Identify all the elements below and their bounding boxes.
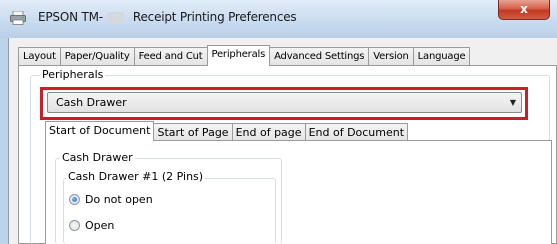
tab-layout[interactable]: Layout	[18, 47, 61, 66]
radio-do-not-open[interactable]	[69, 194, 80, 205]
tab-version[interactable]: Version	[368, 47, 414, 66]
tab-feed-and-cut[interactable]: Feed and Cut	[133, 47, 208, 66]
tab-language[interactable]: Language	[412, 47, 471, 66]
window-title-prefix: EPSON TM-	[38, 10, 103, 24]
radio-do-not-open-label[interactable]: Do not open	[85, 193, 153, 206]
main-tab-strip: Layout Paper/Quality Feed and Cut Periph…	[18, 45, 471, 66]
tab-peripherals[interactable]: Peripherals	[206, 45, 271, 66]
window-title: EPSON TM- Receipt Printing Preferences	[38, 10, 297, 24]
tab-paper-quality[interactable]: Paper/Quality	[59, 47, 135, 66]
timing-tab-strip: Start of Document Start of Page End of p…	[45, 121, 409, 141]
cash-drawer-1-label: Cash Drawer #1 (2 Pins)	[66, 170, 206, 183]
radio-open[interactable]	[69, 220, 80, 231]
subtab-end-of-page[interactable]: End of page	[231, 123, 306, 141]
radio-option-open[interactable]: Open	[69, 219, 114, 232]
redacted-model-name	[107, 12, 124, 24]
peripheral-select[interactable]: Cash Drawer ▼	[47, 92, 522, 113]
preferences-window: EPSON TM- Receipt Printing Preferences x …	[0, 0, 557, 244]
tab-advanced-settings[interactable]: Advanced Settings	[269, 47, 370, 66]
dropdown-arrow-icon[interactable]: ▼	[510, 93, 516, 112]
peripherals-group-label: Peripherals	[40, 68, 106, 81]
subtab-start-of-document[interactable]: Start of Document	[45, 121, 155, 141]
cash-drawer-1-group	[63, 178, 276, 244]
peripheral-select-value: Cash Drawer	[56, 96, 127, 109]
cash-drawer-group-label: Cash Drawer	[60, 151, 135, 164]
subtab-start-of-page[interactable]: Start of Page	[153, 123, 233, 141]
radio-open-label[interactable]: Open	[85, 219, 114, 232]
title-bar[interactable]: EPSON TM- Receipt Printing Preferences x	[0, 0, 557, 38]
window-title-suffix: Receipt Printing Preferences	[132, 10, 297, 24]
printer-icon	[10, 11, 26, 25]
subtab-end-of-document[interactable]: End of Document	[304, 123, 409, 141]
radio-option-do-not-open[interactable]: Do not open	[69, 193, 153, 206]
close-button[interactable]: x	[498, 0, 550, 20]
